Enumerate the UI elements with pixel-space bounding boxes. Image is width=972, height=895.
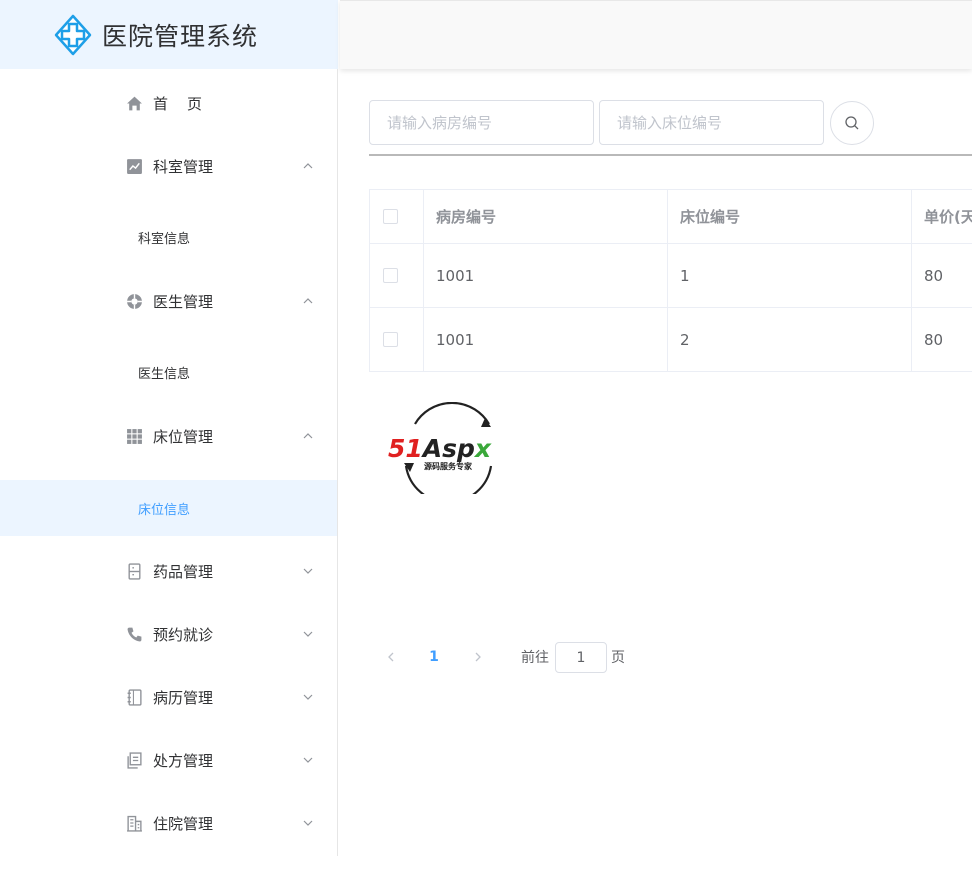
bed-number-input[interactable] [599, 100, 824, 145]
table-cell: 80 [912, 308, 972, 371]
sidebar-subitem-doctor-info[interactable]: 医生信息 [0, 344, 337, 400]
sidebar-item-label: 床位管理 [153, 427, 214, 446]
sidebar-item-doctor[interactable]: 医生管理 [0, 273, 337, 329]
ward-number-input[interactable] [369, 100, 594, 145]
chevron-up-icon [302, 295, 314, 307]
pagination-goto-label: 前往 [521, 650, 549, 666]
sidebar-item-prescription[interactable]: 处方管理 [0, 732, 337, 788]
chevron-right-icon [475, 652, 481, 662]
sidebar: 首 页 科室管理 科室信息 医生管理 医生信息 床位管理 床位信息 药品管理 预… [0, 69, 338, 856]
select-all-checkbox[interactable] [383, 209, 398, 224]
sidebar-subitem-department-info[interactable]: 科室信息 [0, 209, 337, 265]
chevron-down-icon [302, 565, 314, 577]
building-icon [125, 814, 143, 832]
pagination-page-1[interactable]: 1 [424, 647, 444, 667]
chevron-down-icon [302, 817, 314, 829]
sidebar-subitem-label: 床位信息 [138, 502, 191, 518]
sidebar-item-medical-record[interactable]: 病历管理 [0, 669, 337, 725]
chevron-down-icon [302, 754, 314, 766]
column-header: 病房编号 [424, 190, 668, 243]
medical-cross-icon [54, 14, 92, 55]
sidebar-item-label: 住院管理 [153, 814, 214, 833]
logo-area: 医院管理系统 [0, 0, 338, 69]
table-cell: 80 [912, 244, 972, 307]
sidebar-item-label: 药品管理 [153, 562, 214, 581]
sidebar-item-medicine[interactable]: 药品管理 [0, 543, 337, 599]
pagination-next-button[interactable] [468, 647, 488, 667]
pagination-page-suffix: 页 [611, 650, 625, 666]
chevron-up-icon [302, 430, 314, 442]
table-cell: 1001 [424, 244, 668, 307]
sidebar-item-label: 病历管理 [153, 688, 214, 707]
app-title: 医院管理系统 [102, 21, 259, 51]
table-row: 1001 1 80 [370, 244, 972, 308]
table-cell: 2 [668, 308, 912, 371]
bed-table: 病房编号 床位编号 单价(天) 1001 1 80 1001 2 80 [369, 189, 972, 372]
search-icon [845, 116, 859, 130]
row-checkbox-cell [370, 308, 424, 371]
sidebar-item-label: 科室管理 [153, 157, 214, 176]
chevron-up-icon [302, 160, 314, 172]
search-button[interactable] [830, 101, 874, 145]
sidebar-subitem-bed-info[interactable]: 床位信息 [0, 480, 337, 536]
home-icon [125, 94, 143, 112]
sidebar-subitem-label: 医生信息 [138, 366, 191, 382]
chevron-down-icon [302, 628, 314, 640]
sidebar-item-appointment[interactable]: 预约就诊 [0, 606, 337, 662]
watermark-logo: 51Aspx 源码服务专家 [386, 402, 512, 494]
phone-icon [125, 625, 143, 643]
sidebar-item-bed[interactable]: 床位管理 [0, 408, 337, 464]
table-header-row: 病房编号 床位编号 单价(天) [370, 190, 972, 244]
document-icon [125, 751, 143, 769]
grid-icon [125, 427, 143, 445]
pagination-goto-input[interactable] [555, 642, 607, 673]
table-row: 1001 2 80 [370, 308, 972, 372]
table-cell: 1 [668, 244, 912, 307]
column-header: 床位编号 [668, 190, 912, 243]
search-divider [369, 154, 972, 156]
sidebar-item-hospitalization[interactable]: 住院管理 [0, 795, 337, 851]
column-header: 单价(天) [912, 190, 972, 243]
pagination-prev-button[interactable] [381, 647, 401, 667]
aid-icon [125, 292, 143, 310]
sidebar-item-label: 医生管理 [153, 292, 214, 311]
sidebar-item-home[interactable]: 首 页 [0, 75, 337, 131]
sidebar-item-department[interactable]: 科室管理 [0, 138, 337, 194]
watermark-number: 51 [388, 434, 423, 463]
header-checkbox-cell [370, 190, 424, 243]
sidebar-subitem-label: 科室信息 [138, 231, 191, 247]
watermark-subtitle: 源码服务专家 [424, 461, 473, 471]
chart-icon [125, 157, 143, 175]
sidebar-item-label: 首 页 [153, 94, 205, 113]
notebook-icon [125, 688, 143, 706]
watermark-letters: Asp [421, 434, 475, 463]
svg-text:51Aspx: 51Aspx [388, 434, 492, 463]
cabinet-icon [125, 562, 143, 580]
chevron-down-icon [302, 691, 314, 703]
sidebar-item-label: 处方管理 [153, 751, 214, 770]
table-cell: 1001 [424, 308, 668, 371]
watermark-x: x [473, 434, 492, 463]
header-bar [340, 0, 972, 69]
row-checkbox[interactable] [383, 332, 398, 347]
row-checkbox-cell [370, 244, 424, 307]
sidebar-item-label: 预约就诊 [153, 625, 214, 644]
row-checkbox[interactable] [383, 268, 398, 283]
chevron-left-icon [388, 652, 394, 662]
